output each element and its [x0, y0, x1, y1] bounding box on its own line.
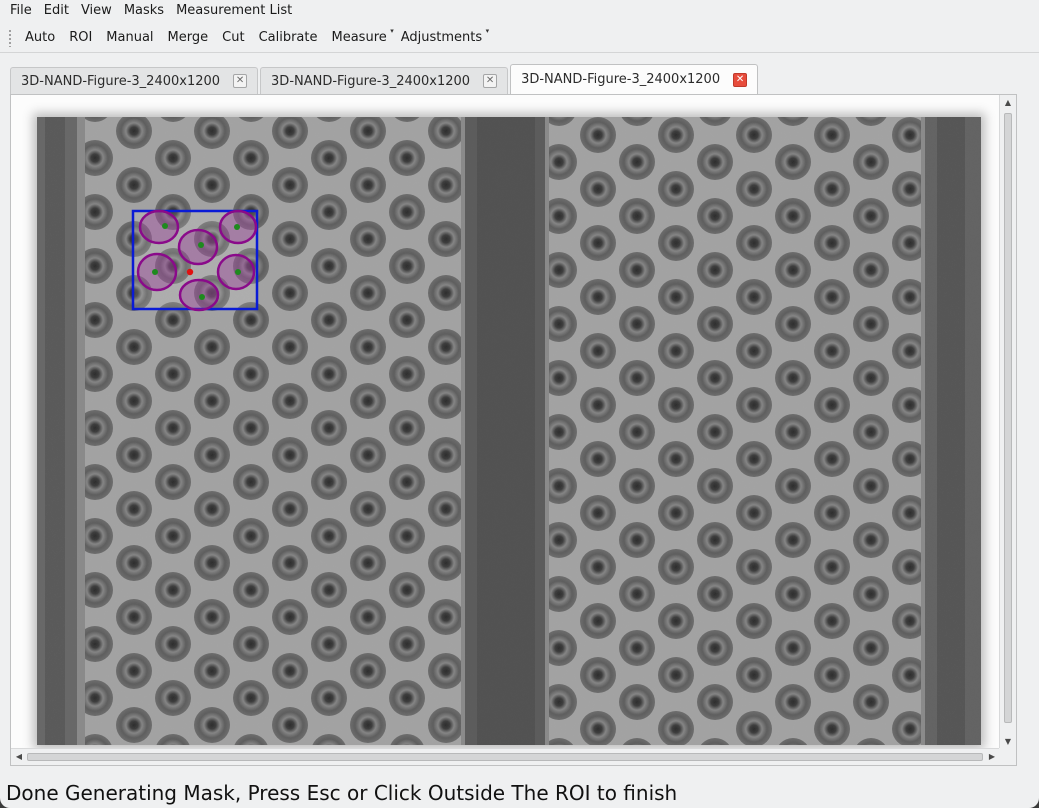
scroll-right-arrow-icon[interactable]: ▶ — [985, 750, 999, 764]
document-tab-1[interactable]: 3D-NAND-Figure-3_2400x1200 ✕ — [10, 67, 259, 94]
menu-masks[interactable]: Masks — [118, 0, 170, 22]
vertical-scrollbar[interactable]: ▲ ▼ — [999, 95, 1016, 750]
menu-view[interactable]: View — [75, 0, 118, 22]
document-tab-2[interactable]: 3D-NAND-Figure-3_2400x1200 ✕ — [260, 67, 509, 94]
scroll-down-arrow-icon[interactable]: ▼ — [1001, 735, 1015, 749]
document-tab-3-active[interactable]: 3D-NAND-Figure-3_2400x1200 ✕ — [510, 64, 759, 94]
scroll-up-arrow-icon[interactable]: ▲ — [1001, 96, 1015, 110]
scroll-left-arrow-icon[interactable]: ◀ — [12, 750, 26, 764]
close-icon[interactable]: ✕ — [483, 74, 498, 88]
image-viewer: ▲ ▼ ◀ ▶ — [10, 94, 1017, 766]
auto-button[interactable]: Auto — [18, 23, 62, 53]
dropdown-arrow-icon: ▾ — [485, 26, 490, 35]
tab-label: 3D-NAND-Figure-3_2400x1200 — [521, 72, 721, 87]
scrollbar-corner — [999, 748, 1016, 765]
menu-measurement-list[interactable]: Measurement List — [170, 0, 298, 22]
measure-menu-button[interactable]: Measure ▾ — [325, 23, 394, 53]
roi-overlay — [131, 209, 259, 312]
calibrate-button[interactable]: Calibrate — [252, 23, 325, 53]
canvas-area[interactable] — [11, 95, 1000, 750]
document-tab-bar: 3D-NAND-Figure-3_2400x1200 ✕ 3D-NAND-Fig… — [10, 64, 1020, 94]
menu-file[interactable]: File — [4, 0, 38, 22]
vertical-scroll-thumb[interactable] — [1004, 113, 1012, 723]
status-message: Done Generating Mask, Press Esc or Click… — [6, 781, 678, 805]
menu-edit[interactable]: Edit — [38, 0, 75, 22]
toolbar-grip-handle[interactable] — [8, 28, 12, 47]
toolbar: Auto ROI Manual Merge Cut Calibrate Meas… — [0, 23, 1039, 53]
horizontal-scrollbar[interactable]: ◀ ▶ — [11, 748, 1000, 765]
manual-button[interactable]: Manual — [99, 23, 160, 53]
sem-micrograph-image[interactable] — [37, 117, 981, 745]
adjustments-label: Adjustments — [400, 29, 483, 45]
adjustments-menu-button[interactable]: Adjustments ▾ — [394, 23, 489, 53]
measure-label: Measure — [331, 29, 387, 45]
application-window: File Edit View Masks Measurement List Au… — [0, 0, 1039, 808]
merge-button[interactable]: Merge — [161, 23, 216, 53]
horizontal-scroll-thumb[interactable] — [27, 753, 983, 761]
roi-button[interactable]: ROI — [62, 23, 99, 53]
close-icon[interactable]: ✕ — [233, 74, 248, 88]
tab-label: 3D-NAND-Figure-3_2400x1200 — [21, 73, 221, 89]
menu-bar: File Edit View Masks Measurement List — [0, 0, 1039, 22]
close-icon[interactable]: ✕ — [733, 72, 748, 87]
cut-button[interactable]: Cut — [215, 23, 251, 53]
tab-label: 3D-NAND-Figure-3_2400x1200 — [271, 73, 471, 89]
